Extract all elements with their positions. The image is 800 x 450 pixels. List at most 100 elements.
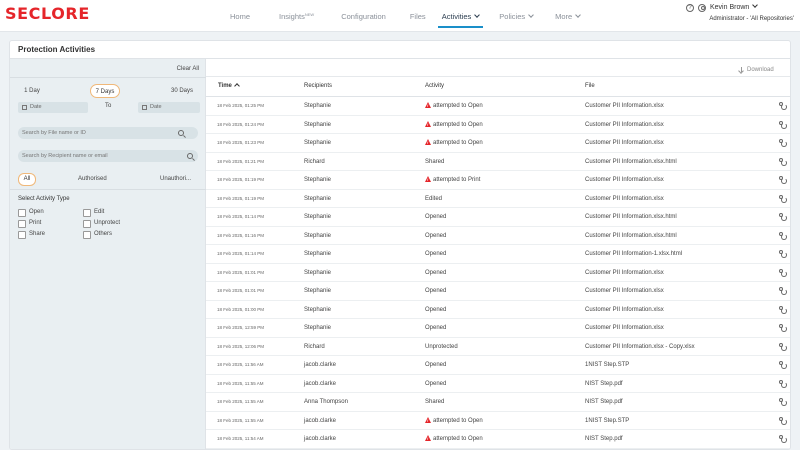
table-row[interactable]: 18 Feb 2025, 01:24 PM Stephanie attempted … [206, 116, 790, 134]
nav-more[interactable]: More [555, 0, 582, 32]
cell-file[interactable]: 1NIST Step.STP [585, 412, 629, 430]
checkbox-unprotect[interactable]: Unprotect [83, 220, 120, 228]
checkbox-open[interactable]: Open [18, 209, 44, 217]
table-row[interactable]: 18 Feb 2025, 01:14 PM Stephanie Opened Cust… [206, 208, 790, 227]
search-file-input[interactable] [18, 127, 198, 139]
nav-files[interactable]: Files [410, 0, 426, 32]
cell-file[interactable]: Customer PII Information.xlsx [585, 171, 664, 189]
cell-file[interactable]: Customer PII Information.xlsx.html [585, 208, 677, 226]
track-activity-icon[interactable] [779, 435, 787, 443]
cell-file[interactable]: Customer PII Information.xlsx [585, 282, 664, 300]
cell-file[interactable]: Customer PII Information.xlsx [585, 134, 664, 152]
cell-file[interactable]: NIST Step.pdf [585, 393, 623, 411]
track-activity-icon[interactable] [779, 102, 787, 110]
search-icon[interactable] [187, 153, 193, 159]
seclore-logo[interactable]: SECLORE [5, 4, 90, 23]
cell-file[interactable]: 1NIST Step.STP [585, 356, 629, 374]
cell-time: 18 Feb 2025, 01:00 PM [217, 306, 265, 312]
track-activity-icon[interactable] [779, 324, 787, 332]
table-row[interactable]: 18 Feb 2025, 01:25 PM Stephanie attempted … [206, 97, 790, 116]
activity-label: attempted to Open [433, 417, 483, 424]
table-row[interactable]: 18 Feb 2025, 01:01 PM Stephanie Opened Cust… [206, 264, 790, 282]
cell-file[interactable]: Customer PII Information.xlsx.html [585, 153, 677, 171]
track-activity-icon[interactable] [779, 379, 787, 388]
cell-file[interactable]: Customer PII Information-1.xlsx.html [585, 245, 682, 263]
cell-file[interactable]: Customer PII Information.xlsx [585, 116, 664, 134]
nav-policies-label: Policies [499, 12, 526, 21]
cell-file[interactable]: Customer PII Information.xlsx [585, 97, 664, 115]
main-nav: Home InsightsNEW Configuration Files Activit… [230, 0, 582, 32]
track-activity-icon[interactable] [779, 305, 787, 314]
table-row[interactable]: 18 Feb 2025, 01:14 PM Stephanie Opened Cust… [206, 245, 790, 264]
cell-file[interactable]: Customer PII Information.xlsx - Copy.xls… [585, 338, 695, 356]
track-activity-icon[interactable] [779, 176, 787, 184]
tab-unauthorised[interactable]: Unauthori... [160, 176, 191, 182]
date-from-input[interactable]: Date [18, 102, 88, 113]
cell-time: 18 Feb 2025, 11:55 AM [217, 380, 264, 386]
cell-file[interactable]: Customer PII Information.xlsx [585, 319, 664, 337]
track-activity-icon[interactable] [779, 342, 787, 351]
download-icon[interactable] [739, 67, 745, 74]
track-activity-icon[interactable] [779, 268, 787, 277]
checkbox-others[interactable]: Others [83, 231, 112, 239]
checkbox-share[interactable]: Share [18, 231, 45, 239]
user-name-menu[interactable]: Kevin Brown [710, 2, 759, 11]
filter-7-days[interactable]: 7 Days [90, 84, 120, 98]
track-activity-icon[interactable] [779, 287, 787, 295]
nav-activities[interactable]: Activities [437, 0, 483, 32]
track-activity-icon[interactable] [779, 157, 787, 166]
search-recipient-input[interactable] [18, 150, 198, 162]
cell-file[interactable]: Customer PII Information.xlsx [585, 264, 664, 282]
activity-label: Shared [425, 158, 445, 165]
table-row[interactable]: 18 Feb 2025, 01:23 PM Stephanie attempted … [206, 134, 790, 153]
user-avatar-icon[interactable] [698, 4, 706, 12]
table-row[interactable]: 18 Feb 2025, 01:00 PM Stephanie Opened Cust… [206, 301, 790, 319]
cell-time: 18 Feb 2025, 01:14 PM [217, 214, 265, 219]
table-row[interactable]: 18 Feb 2025, 01:19 PM Stephanie attempted … [206, 171, 790, 190]
track-activity-icon[interactable] [779, 213, 787, 221]
cell-file[interactable]: NIST Step.pdf [585, 430, 623, 448]
table-row[interactable]: 18 Feb 2025, 01:19 PM Stephanie Edited Cust… [206, 190, 790, 208]
track-activity-icon[interactable] [779, 120, 787, 129]
tab-all[interactable]: All [18, 173, 36, 186]
track-activity-icon[interactable] [779, 250, 787, 258]
table-row[interactable]: 18 Feb 2025, 11:56 AM jacob.clarke Opened 1… [206, 356, 790, 375]
nav-insights[interactable]: InsightsNEW [279, 0, 314, 32]
table-row[interactable]: 18 Feb 2025, 11:55 AM jacob.clarke Opened N… [206, 375, 790, 393]
filter-30-days[interactable]: 30 Days [166, 84, 198, 98]
table-row[interactable]: 18 Feb 2025, 01:21 PM Richard Shared Custom… [206, 153, 790, 171]
table-row[interactable]: 18 Feb 2025, 01:01 PM Stephanie Opened Cust… [206, 282, 790, 301]
download-button[interactable]: Download [747, 67, 774, 73]
date-to-input[interactable]: Date [138, 102, 200, 113]
table-row[interactable]: 18 Feb 2025, 12:59 PM Stephanie Opened Cust… [206, 319, 790, 338]
track-activity-icon[interactable] [779, 361, 787, 369]
track-activity-icon[interactable] [779, 194, 787, 203]
track-activity-icon[interactable] [779, 398, 787, 406]
table-row[interactable]: 18 Feb 2025, 01:16 PM Stephanie Opened Cust… [206, 227, 790, 245]
tab-authorised[interactable]: Authorised [78, 176, 107, 182]
checkbox-print[interactable]: Print [18, 220, 41, 228]
cell-activity: attempted to Open [425, 412, 483, 430]
filter-1-day[interactable]: 1 Day [18, 84, 46, 98]
cell-file[interactable]: NIST Step.pdf [585, 375, 623, 393]
track-activity-icon[interactable] [779, 231, 787, 240]
nav-policies[interactable]: Policies [499, 0, 534, 32]
track-activity-icon[interactable] [779, 139, 787, 147]
cell-file[interactable]: Customer PII Information.xlsx [585, 301, 664, 319]
table-row[interactable]: 18 Feb 2025, 11:55 AM jacob.clarke attempt… [206, 412, 790, 430]
cell-time: 18 Feb 2025, 01:16 PM [217, 232, 265, 238]
track-activity-icon[interactable] [779, 416, 787, 425]
cell-recipient: Stephanie [304, 288, 332, 294]
cell-file[interactable]: Customer PII Information.xlsx [585, 190, 664, 208]
nav-home[interactable]: Home [230, 0, 250, 32]
cell-file[interactable]: Customer PII Information.xlsx.html [585, 227, 677, 245]
help-icon[interactable]: ? [686, 4, 694, 12]
nav-configuration[interactable]: Configuration [341, 0, 386, 32]
search-icon[interactable] [178, 130, 184, 136]
column-header-time[interactable]: Time [218, 83, 239, 89]
table-row[interactable]: 18 Feb 2025, 11:55 AM Anna Thompson Shared… [206, 393, 790, 412]
table-row[interactable]: 18 Feb 2025, 11:54 AM jacob.clarke attempt… [206, 430, 790, 449]
checkbox-edit[interactable]: Edit [83, 209, 104, 217]
clear-all-button[interactable]: Clear All [177, 66, 199, 72]
table-row[interactable]: 18 Feb 2025, 12:06 PM Richard Unprotected C… [206, 338, 790, 356]
